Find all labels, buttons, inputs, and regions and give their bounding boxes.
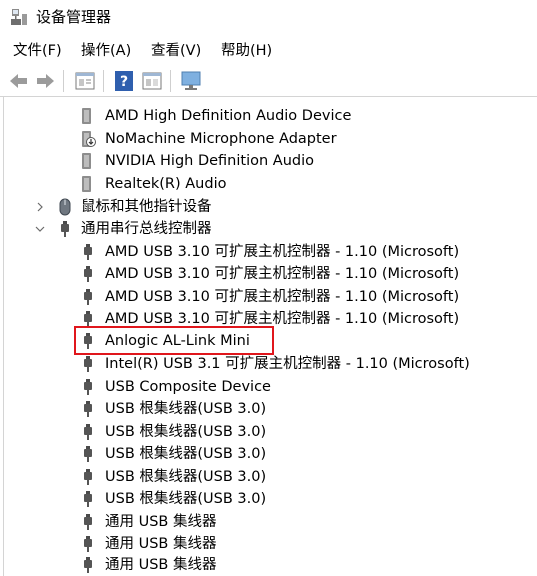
- device-label: AMD High Definition Audio Device: [105, 108, 352, 124]
- usb-plug-icon: [84, 446, 92, 462]
- highlight-annotation-box: [74, 326, 274, 355]
- monitor-icon[interactable]: [179, 69, 203, 93]
- speaker-icon: [82, 108, 91, 124]
- tree-item-usb[interactable]: USB 根集线器(USB 3.0): [0, 466, 537, 488]
- device-label: USB Composite Device: [105, 379, 271, 395]
- menu-help[interactable]: 帮助(H): [221, 42, 272, 60]
- tree-item-usb[interactable]: 通用 USB 集线器: [0, 554, 537, 576]
- device-label: NoMachine Microphone Adapter: [105, 131, 337, 147]
- menu-view[interactable]: 查看(V): [151, 42, 201, 60]
- device-label: USB 根集线器(USB 3.0): [105, 491, 267, 507]
- usb-plug-icon: [84, 379, 92, 395]
- tree-category-usb[interactable]: 通用串行总线控制器: [0, 218, 537, 240]
- toolbar-divider: [0, 96, 537, 97]
- menu-file[interactable]: 文件(F): [13, 42, 62, 60]
- chevron-right-icon[interactable]: [34, 199, 46, 215]
- tree-item-audio[interactable]: NoMachine Microphone Adapter: [0, 128, 537, 150]
- menu-bar: 文件(F) 操作(A) 查看(V) 帮助(H): [0, 40, 537, 62]
- usb-plug-icon: [84, 557, 92, 573]
- device-manager-icon: [11, 9, 27, 25]
- toolbar-separator: [63, 70, 64, 92]
- category-label: 鼠标和其他指针设备: [81, 199, 212, 215]
- device-label: USB 根集线器(USB 3.0): [105, 424, 267, 440]
- speaker-icon: [82, 176, 91, 192]
- mouse-icon: [59, 198, 71, 216]
- usb-plug-icon: [84, 469, 92, 485]
- menu-action[interactable]: 操作(A): [81, 42, 131, 60]
- device-label: NVIDIA High Definition Audio: [105, 153, 314, 169]
- chevron-down-icon[interactable]: [34, 221, 46, 237]
- device-label: USB 根集线器(USB 3.0): [105, 446, 267, 462]
- tree-item-usb[interactable]: USB 根集线器(USB 3.0): [0, 421, 537, 443]
- device-label: Realtek(R) Audio: [105, 176, 227, 192]
- tree-item-usb[interactable]: USB 根集线器(USB 3.0): [0, 398, 537, 420]
- back-arrow-icon[interactable]: [7, 69, 31, 93]
- tree-item-audio[interactable]: Realtek(R) Audio: [0, 173, 537, 195]
- usb-plug-icon: [84, 401, 92, 417]
- tree-item-audio[interactable]: AMD High Definition Audio Device: [0, 105, 537, 127]
- usb-plug-icon: [84, 491, 92, 507]
- usb-plug-icon: [84, 289, 92, 305]
- usb-plug-icon: [61, 221, 69, 237]
- tree-item-usb[interactable]: 通用 USB 集线器: [0, 533, 537, 555]
- category-label: 通用串行总线控制器: [81, 221, 212, 237]
- toolbar: ?: [0, 67, 537, 95]
- tree-item-usb[interactable]: AMD USB 3.10 可扩展主机控制器 - 1.10 (Microsoft): [0, 286, 537, 308]
- usb-plug-icon: [84, 244, 92, 260]
- usb-plug-icon: [84, 424, 92, 440]
- tree-category-mice[interactable]: 鼠标和其他指针设备: [0, 196, 537, 218]
- device-label: USB 根集线器(USB 3.0): [105, 469, 267, 485]
- tree-item-usb[interactable]: AMD USB 3.10 可扩展主机控制器 - 1.10 (Microsoft): [0, 241, 537, 263]
- forward-arrow-icon[interactable]: [33, 69, 57, 93]
- device-label: 通用 USB 集线器: [105, 514, 217, 530]
- device-label: 通用 USB 集线器: [105, 557, 217, 573]
- usb-plug-icon: [84, 514, 92, 530]
- device-label: AMD USB 3.10 可扩展主机控制器 - 1.10 (Microsoft): [105, 244, 460, 260]
- speaker-download-icon: [82, 131, 96, 147]
- svg-text:?: ?: [120, 74, 128, 90]
- view-icon[interactable]: [140, 69, 164, 93]
- device-label: AMD USB 3.10 可扩展主机控制器 - 1.10 (Microsoft): [105, 266, 460, 282]
- tree-item-usb[interactable]: AMD USB 3.10 可扩展主机控制器 - 1.10 (Microsoft): [0, 263, 537, 285]
- usb-plug-icon: [84, 536, 92, 552]
- tree-item-usb[interactable]: USB 根集线器(USB 3.0): [0, 488, 537, 510]
- properties-icon[interactable]: [73, 69, 97, 93]
- tree-item-audio[interactable]: NVIDIA High Definition Audio: [0, 150, 537, 172]
- device-label: 通用 USB 集线器: [105, 536, 217, 552]
- toolbar-separator: [103, 70, 104, 92]
- device-label: AMD USB 3.10 可扩展主机控制器 - 1.10 (Microsoft): [105, 289, 460, 305]
- tree-item-usb[interactable]: USB Composite Device: [0, 376, 537, 398]
- tree-item-usb[interactable]: USB 根集线器(USB 3.0): [0, 443, 537, 465]
- title-bar: 设备管理器: [0, 0, 537, 36]
- usb-plug-icon: [84, 266, 92, 282]
- tree-item-usb[interactable]: 通用 USB 集线器: [0, 511, 537, 533]
- usb-plug-icon: [84, 356, 92, 372]
- window-title: 设备管理器: [36, 8, 112, 26]
- device-label: USB 根集线器(USB 3.0): [105, 401, 267, 417]
- speaker-icon: [82, 153, 91, 169]
- toolbar-separator: [170, 70, 171, 92]
- device-label: Intel(R) USB 3.1 可扩展主机控制器 - 1.10 (Micros…: [105, 356, 470, 372]
- tree-item-usb[interactable]: Intel(R) USB 3.1 可扩展主机控制器 - 1.10 (Micros…: [0, 353, 537, 375]
- help-icon[interactable]: ?: [112, 69, 136, 93]
